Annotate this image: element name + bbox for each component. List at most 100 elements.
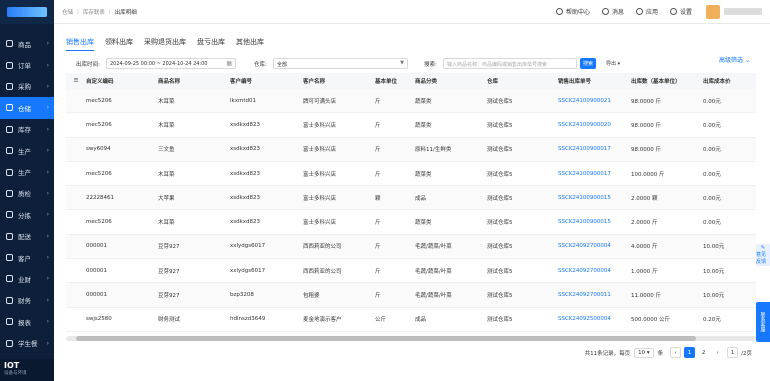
export-button[interactable]: 导出 ▾ bbox=[606, 58, 620, 69]
sidebar-item[interactable]: 报表 › bbox=[0, 311, 54, 332]
sidebar-item[interactable]: 生产 › bbox=[0, 140, 54, 161]
tab[interactable]: 销售出库 bbox=[66, 37, 94, 51]
sidebar-item[interactable]: 财务 › bbox=[0, 290, 54, 311]
order-number-link[interactable]: SSCK24092700011 bbox=[558, 292, 631, 298]
menu-icon bbox=[6, 339, 13, 347]
table-row: 000001 豆芽927 xxlydgs6017 西西莉亚的公司 斤 毛蔬/蔬菜/叶菜 测试… bbox=[66, 234, 756, 260]
table-cell: 富士多科兴店 bbox=[303, 122, 337, 129]
table-cell: 测试仓库5 bbox=[487, 220, 513, 227]
order-number-link[interactable]: SSCK24092700004 bbox=[558, 268, 631, 274]
sidebar-item-label: 业财 bbox=[18, 275, 31, 284]
next-page-button[interactable]: › bbox=[712, 347, 723, 358]
menu-icon bbox=[6, 61, 13, 69]
order-number-link[interactable]: SSCK24100900015 bbox=[558, 195, 631, 201]
page-number-button[interactable]: 1 bbox=[684, 347, 696, 358]
order-number-link[interactable]: SSCK24100900017 bbox=[558, 171, 631, 177]
order-number-link[interactable]: SSCK24100900021 bbox=[558, 98, 631, 104]
page-size-unit: 条 bbox=[657, 350, 664, 357]
tab[interactable]: 领料出库 bbox=[105, 37, 133, 51]
sidebar-item[interactable]: 质检 › bbox=[0, 183, 54, 204]
sidebar-item[interactable]: 学生餐 › bbox=[0, 332, 54, 353]
feedback-side-tab[interactable]: ✎ 意见反馈 bbox=[756, 244, 770, 266]
menu-icon bbox=[6, 318, 13, 326]
warehouse-select[interactable]: 全部 ▼ bbox=[273, 58, 408, 69]
prev-page-button[interactable]: ‹ bbox=[670, 347, 682, 358]
page-size-value: 10 bbox=[638, 349, 646, 356]
help-label: 帮助中心 bbox=[565, 9, 590, 16]
search-placeholder: 输入商品名称、商品编码或销售出库单号搜索 bbox=[447, 62, 548, 68]
chevron-down-icon: ▼ bbox=[400, 60, 404, 66]
total-pages: /2页 bbox=[741, 350, 752, 357]
tab[interactable]: 其他出库 bbox=[236, 37, 264, 51]
sidebar-item[interactable]: 客户 › bbox=[0, 247, 54, 268]
tab[interactable]: 采购退货出库 bbox=[144, 37, 186, 51]
table-cell: 成品 bbox=[415, 195, 427, 202]
messages-link[interactable]: 消息 bbox=[601, 7, 624, 16]
sidebar-item[interactable]: 采购 › bbox=[0, 76, 54, 97]
breadcrumb-separator: | bbox=[77, 8, 79, 15]
table-cell: 斤 bbox=[375, 147, 381, 154]
customer-service-side-tab[interactable]: 联系客服 bbox=[756, 302, 770, 342]
page-number-button[interactable]: 2 bbox=[698, 347, 709, 358]
filter-bar: 出库时间: 2024-09-25 00:00 ~ 2024-10-24 24:0… bbox=[76, 58, 756, 70]
sidebar-item[interactable]: 库存 › bbox=[0, 119, 54, 140]
table-cell: 西西莉亚的公司 bbox=[303, 268, 342, 275]
order-number-link[interactable]: SSCK24092700004 bbox=[558, 243, 631, 249]
table-cell: 测试仓库5 bbox=[487, 293, 513, 300]
horizontal-scrollbar[interactable] bbox=[66, 336, 756, 341]
sidebar-item-label: 库存 bbox=[18, 126, 31, 135]
menu-icon bbox=[6, 275, 13, 283]
chevron-right-icon: › bbox=[46, 40, 49, 48]
avatar[interactable] bbox=[706, 4, 720, 19]
breadcrumb-item[interactable]: 库存联表 bbox=[83, 8, 105, 16]
settings-link[interactable]: 设置 bbox=[669, 7, 692, 16]
goto-page-input[interactable]: 1 bbox=[727, 347, 739, 358]
column-settings-icon[interactable]: ☰ bbox=[66, 78, 86, 84]
sidebar-item-label: 生产 bbox=[18, 147, 31, 156]
chevron-right-icon: › bbox=[46, 189, 49, 197]
logo[interactable] bbox=[0, 0, 54, 24]
table-cell: 测试仓库5 bbox=[487, 244, 513, 251]
table-cell: 11.0000 斤 bbox=[631, 293, 661, 300]
sidebar-item[interactable]: 仓储 › bbox=[0, 97, 54, 119]
column-header: 客户编号 bbox=[230, 79, 253, 85]
help-icon bbox=[555, 8, 563, 15]
search-input[interactable]: 输入商品名称、商品编码或销售出库单号搜索 bbox=[443, 58, 577, 69]
iot-entry[interactable]: IOT 设备与环境 bbox=[0, 359, 54, 381]
order-number-link[interactable]: SSCK24092500004 bbox=[558, 316, 631, 322]
page-size-select[interactable]: 10 ▾ bbox=[634, 347, 654, 358]
chevron-down-icon: ▾ bbox=[617, 60, 621, 67]
table-cell: 10.00元 bbox=[703, 244, 725, 251]
tab[interactable]: 盘亏出库 bbox=[197, 37, 225, 51]
apps-link[interactable]: 应用 bbox=[635, 7, 658, 16]
table-cell: 豆芽927 bbox=[158, 244, 180, 251]
sidebar-item[interactable]: 业财 › bbox=[0, 268, 54, 289]
scrollbar-thumb[interactable] bbox=[76, 336, 696, 341]
column-header: 商品名称 bbox=[158, 79, 181, 85]
table-cell: 测试仓库5 bbox=[487, 195, 513, 202]
sidebar: 商品 › 订单 › 采购 › 仓储 › 库存 › 生产 › 生产 › 质检 › 分拣 › 配送 › 客户 › 业财 › 财务 › 报… bbox=[0, 0, 54, 381]
order-number-link[interactable]: SSCK24100900020 bbox=[558, 122, 631, 128]
sidebar-item[interactable]: 分拣 › bbox=[0, 204, 54, 225]
breadcrumb-item[interactable]: 仓储 bbox=[62, 8, 73, 16]
table-cell: 10.00元 bbox=[703, 293, 725, 300]
menu-icon bbox=[6, 40, 13, 48]
date-range-picker[interactable]: 2024-09-25 00:00 ~ 2024-10-24 24:00 ▦ bbox=[106, 58, 236, 69]
apps-label: 应用 bbox=[645, 9, 658, 16]
sidebar-item[interactable]: 商品 › bbox=[0, 33, 54, 54]
chevron-right-icon: › bbox=[46, 211, 49, 219]
sidebar-item[interactable]: 订单 › bbox=[0, 54, 54, 75]
help-center-link[interactable]: 帮助中心 bbox=[555, 7, 590, 16]
order-number-link[interactable]: SSCK24100900015 bbox=[558, 219, 631, 225]
user-name-blurred[interactable] bbox=[724, 8, 762, 15]
table-cell: 木耳菜 bbox=[158, 171, 175, 178]
order-number-link[interactable]: SSCK24100900017 bbox=[558, 146, 631, 152]
column-header: 出库成本价 bbox=[703, 79, 731, 85]
table-cell: 毛蔬/蔬菜/叶菜 bbox=[415, 293, 452, 300]
sidebar-item[interactable]: 配送 › bbox=[0, 226, 54, 247]
sidebar-item[interactable]: 生产 › bbox=[0, 161, 54, 182]
table-cell: 0.00元 bbox=[703, 171, 721, 178]
table-cell: swy6094 bbox=[86, 146, 111, 153]
search-button[interactable]: 搜索 bbox=[580, 58, 596, 69]
table-cell: 测试仓库5 bbox=[487, 98, 513, 105]
